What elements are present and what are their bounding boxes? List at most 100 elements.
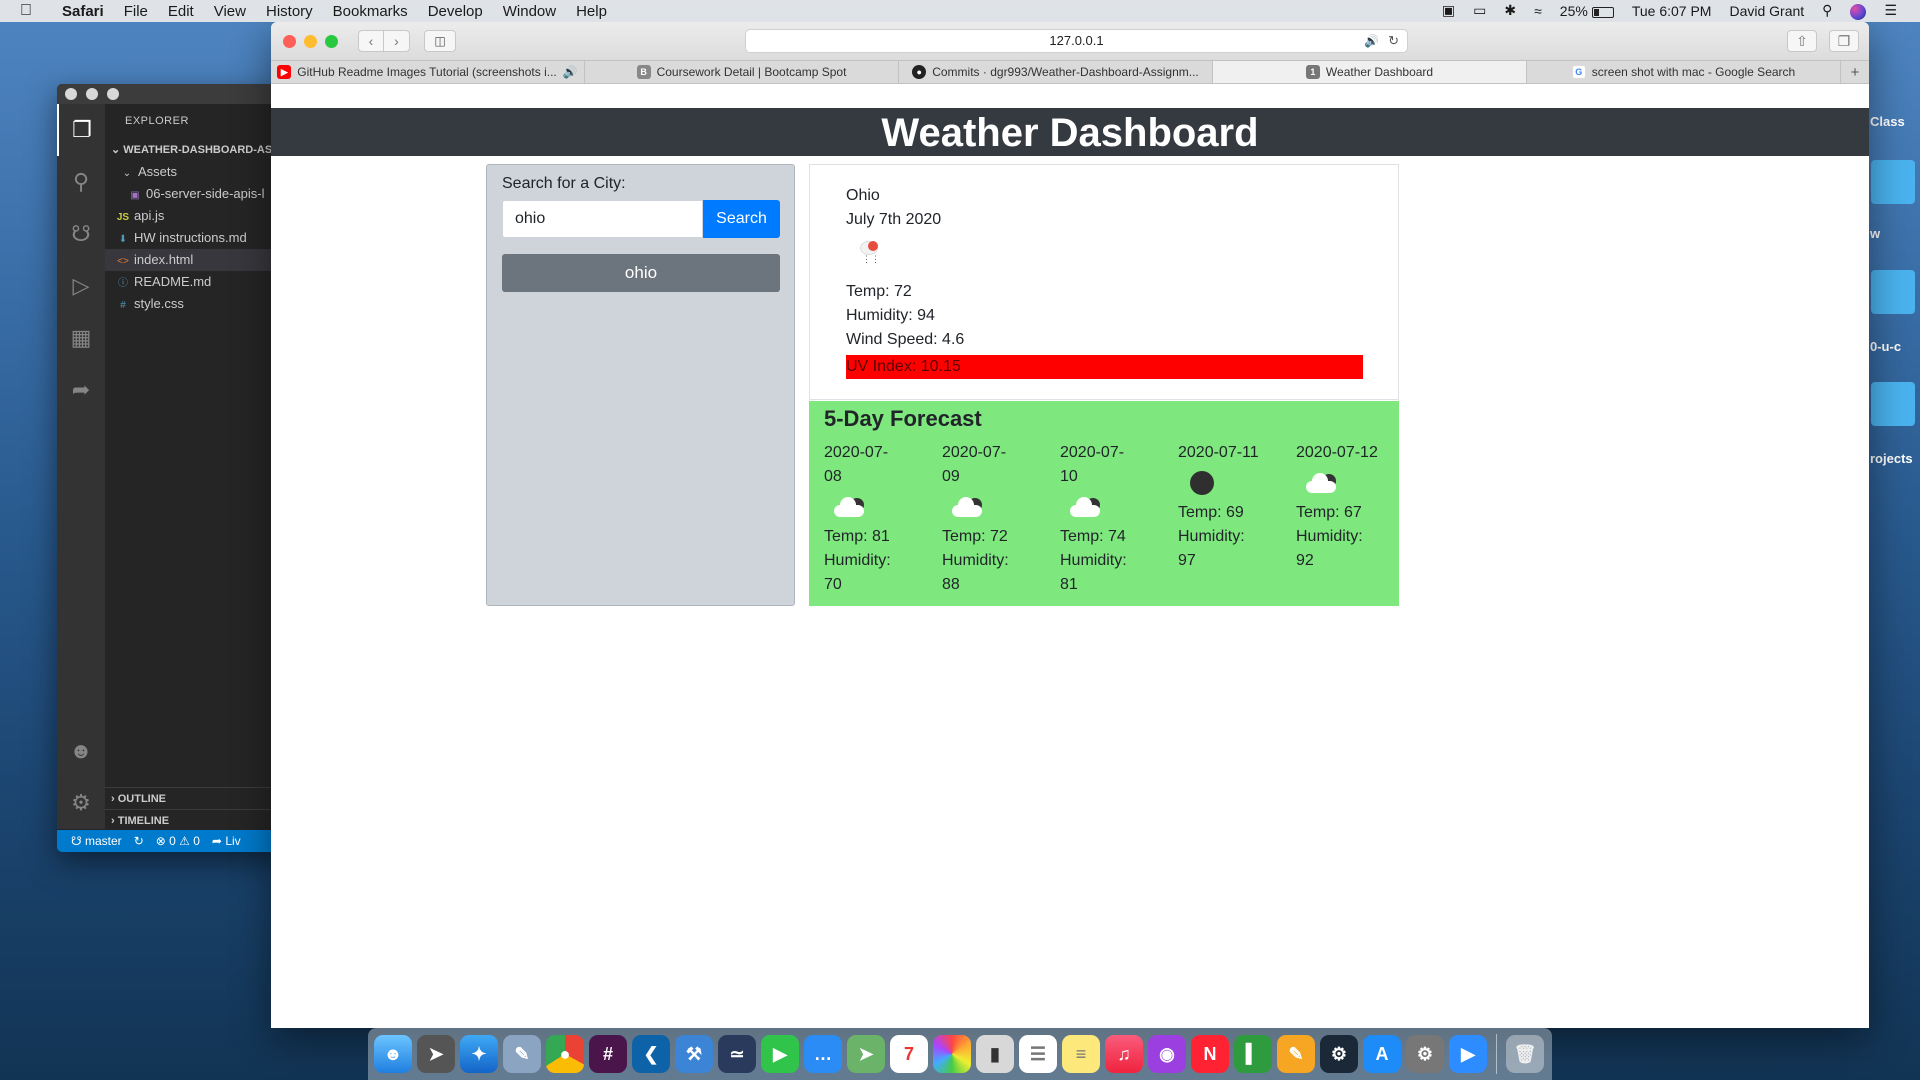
tab-google-search[interactable]: Gscreen shot with mac - Google Search <box>1527 61 1841 83</box>
xcode-icon[interactable]: ⚒ <box>675 1035 713 1073</box>
zoom-icon[interactable]: ▶ <box>1449 1035 1487 1073</box>
tree-file-image[interactable]: ▣ 06-server-side-apis-l <box>105 183 287 205</box>
trash-icon[interactable]: 🗑 <box>1506 1035 1544 1073</box>
tree-file-style-css[interactable]: # style.css <box>105 293 287 315</box>
menu-view[interactable]: View <box>204 3 256 20</box>
minimize-window-icon[interactable] <box>304 34 317 48</box>
extensions-icon[interactable]: ▦ <box>57 312 105 364</box>
audio-playing-icon[interactable]: 🔊 <box>1364 30 1379 52</box>
launchpad-icon[interactable]: ➤ <box>417 1035 455 1073</box>
finder-icon[interactable]: ☻ <box>374 1035 412 1073</box>
close-window-icon[interactable] <box>283 34 296 48</box>
city-search-input[interactable] <box>502 200 703 238</box>
menu-help[interactable]: Help <box>566 3 617 20</box>
explorer-icon[interactable]: ❐ <box>57 104 105 156</box>
chrome-icon[interactable]: ● <box>546 1035 584 1073</box>
preview-icon[interactable]: ✎ <box>503 1035 541 1073</box>
search-icon[interactable]: ⚲ <box>57 156 105 208</box>
vscode-icon[interactable]: ❮ <box>632 1035 670 1073</box>
maps-icon[interactable]: ➤ <box>847 1035 885 1073</box>
photos-icon[interactable] <box>933 1035 971 1073</box>
steam-icon[interactable]: ⚙ <box>1320 1035 1358 1073</box>
spotlight-icon[interactable]: ⚲ <box>1813 2 1841 19</box>
reminders-icon[interactable]: ☰ <box>1019 1035 1057 1073</box>
fullscreen-window-icon[interactable] <box>325 34 338 48</box>
search-button[interactable]: Search <box>703 200 780 238</box>
menu-history[interactable]: History <box>256 3 323 20</box>
desktop-label[interactable]: w <box>1870 226 1880 241</box>
desktop-label[interactable]: rojects <box>1870 451 1913 466</box>
menu-app-name[interactable]: Safari <box>52 3 114 20</box>
live-share-icon[interactable]: ➦ <box>57 364 105 416</box>
menu-bookmarks[interactable]: Bookmarks <box>323 3 418 20</box>
tree-file-index-html[interactable]: <> index.html <box>105 249 287 271</box>
app-store-icon[interactable]: A <box>1363 1035 1401 1073</box>
minimize-icon[interactable] <box>86 88 98 100</box>
run-debug-icon[interactable]: ▷ <box>57 260 105 312</box>
tab-overview-icon[interactable]: ❐ <box>1829 30 1859 52</box>
clock[interactable]: Tue 6:07 PM <box>1623 3 1721 19</box>
numbers-icon[interactable]: ▍ <box>1234 1035 1272 1073</box>
system-preferences-icon[interactable]: ⚙ <box>1406 1035 1444 1073</box>
menu-file[interactable]: File <box>114 3 158 20</box>
desktop-label[interactable]: 0-u-c <box>1870 339 1901 354</box>
new-tab-button[interactable]: + <box>1841 61 1869 83</box>
audio-icon[interactable]: 🔊 <box>563 65 578 79</box>
apple-icon[interactable]:  <box>0 2 52 20</box>
instruments-icon[interactable]: ≃ <box>718 1035 756 1073</box>
tree-file-hw[interactable]: ⬇ HW instructions.md <box>105 227 287 249</box>
music-icon[interactable]: ♫ <box>1105 1035 1143 1073</box>
sync-icon[interactable]: ↻ <box>134 834 144 848</box>
problems-count[interactable]: ⊗ 0 ⚠ 0 <box>156 834 200 848</box>
outline-section[interactable]: › OUTLINE <box>105 787 287 809</box>
wifi-icon[interactable]: ≈ <box>1525 3 1551 19</box>
back-button[interactable]: ‹ <box>358 30 384 52</box>
settings-gear-icon[interactable]: ⚙ <box>57 777 105 829</box>
history-city-button[interactable]: ohio <box>502 254 780 292</box>
bluetooth-icon[interactable]: ✱ <box>1495 2 1525 19</box>
notes-icon[interactable]: ≡ <box>1062 1035 1100 1073</box>
menu-edit[interactable]: Edit <box>158 3 204 20</box>
desktop-folder-icon[interactable] <box>1871 382 1915 426</box>
facetime-icon[interactable]: ▶ <box>761 1035 799 1073</box>
reload-icon[interactable]: ↻ <box>1388 30 1399 52</box>
address-bar[interactable]: 127.0.0.1 🔊 ↻ <box>745 29 1408 53</box>
tree-file-readme[interactable]: ⓘ README.md <box>105 271 287 293</box>
maximize-icon[interactable] <box>107 88 119 100</box>
sidebar-toggle-icon[interactable]: ◫ <box>424 30 456 52</box>
share-icon[interactable]: ⇧ <box>1787 30 1817 52</box>
desktop-folder-icon[interactable] <box>1871 160 1915 204</box>
user-name[interactable]: David Grant <box>1720 3 1813 19</box>
tree-file-api-js[interactable]: JS api.js <box>105 205 287 227</box>
source-control-icon[interactable]: ☋ <box>57 208 105 260</box>
forward-button[interactable]: › <box>384 30 410 52</box>
siri-icon[interactable] <box>1841 2 1875 20</box>
menu-window[interactable]: Window <box>493 3 566 20</box>
slack-icon[interactable]: # <box>589 1035 627 1073</box>
battery-status[interactable]: 25% <box>1551 3 1623 19</box>
desktop-label[interactable]: Class <box>1870 114 1905 129</box>
tab-commits[interactable]: ● Commits · dgr993/Weather-Dashboard-Assi… <box>899 61 1213 83</box>
workspace-folder[interactable]: ⌄ WEATHER-DASHBOARD-AS <box>105 139 287 161</box>
tab-github-readme[interactable]: ▶ GitHub Readme Images Tutorial (screensh… <box>271 61 585 83</box>
pages-icon[interactable]: ✎ <box>1277 1035 1315 1073</box>
tab-weather-dashboard[interactable]: 1 Weather Dashboard <box>1213 61 1527 83</box>
podcasts-icon[interactable]: ◉ <box>1148 1035 1186 1073</box>
keynote-icon[interactable]: ▮ <box>976 1035 1014 1073</box>
live-share-status[interactable]: ➦ Liv <box>212 834 241 848</box>
timeline-section[interactable]: › TIMELINE <box>105 809 287 831</box>
airplay-icon[interactable]: ▭ <box>1464 2 1495 19</box>
tree-folder-assets[interactable]: ⌄ Assets <box>105 161 287 183</box>
calendar-icon[interactable]: 7 <box>890 1035 928 1073</box>
messages-icon[interactable]: … <box>804 1035 842 1073</box>
git-branch[interactable]: ☋ master <box>71 834 122 848</box>
news-icon[interactable]: N <box>1191 1035 1229 1073</box>
tab-coursework[interactable]: B Coursework Detail | Bootcamp Spot <box>585 61 899 83</box>
notification-center-icon[interactable]: ☰ <box>1875 2 1906 19</box>
account-icon[interactable]: ☻ <box>57 725 105 777</box>
menu-develop[interactable]: Develop <box>418 3 493 20</box>
safari-icon[interactable]: ✦ <box>460 1035 498 1073</box>
desktop-folder-icon[interactable] <box>1871 270 1915 314</box>
zoom-extra-icon[interactable]: ▣ <box>1433 2 1464 19</box>
close-icon[interactable] <box>65 88 77 100</box>
